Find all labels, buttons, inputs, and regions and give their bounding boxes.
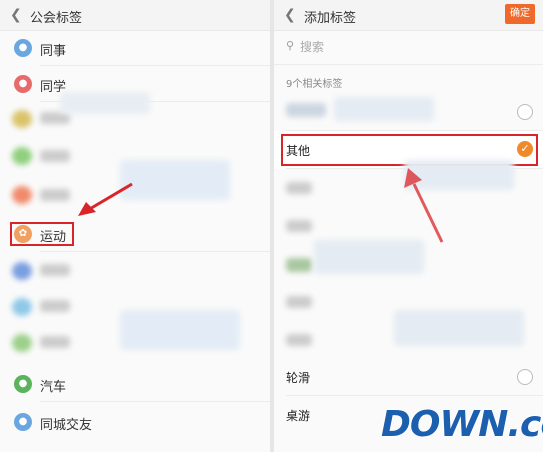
watermark-logo: DOWN.cc <box>381 402 543 448</box>
search-icon: ⚲ <box>286 39 295 52</box>
tag-label: 桌游 <box>286 409 311 423</box>
blurred-icon <box>12 262 32 280</box>
blurred-overlay <box>60 92 150 114</box>
search-input[interactable]: 搜索 <box>300 38 324 55</box>
blurred-label <box>286 220 312 232</box>
radio-button[interactable] <box>517 104 533 120</box>
list-item-label: 同事 <box>40 44 67 59</box>
watermark-text: DOWN.cc <box>381 404 543 445</box>
annotation-arrow <box>78 182 133 216</box>
blurred-label <box>286 182 312 194</box>
blurred-label <box>40 300 70 312</box>
search-bar[interactable]: ⚲ 搜索 <box>274 30 543 65</box>
annotation-arrow <box>404 168 444 243</box>
blurred-icon <box>12 334 32 352</box>
page-title: 添加标签 <box>304 11 357 26</box>
blurred-overlay <box>120 310 240 350</box>
blurred-label <box>286 296 312 308</box>
group-icon: ● <box>14 39 32 57</box>
list-item-car[interactable]: ● 汽车 <box>0 366 270 402</box>
car-icon: ● <box>14 375 32 393</box>
page-title: 公会标签 <box>30 11 83 26</box>
back-chevron-icon[interactable]: ❮ <box>10 7 22 23</box>
back-chevron-icon[interactable]: ❮ <box>284 7 296 23</box>
blurred-label <box>40 150 70 162</box>
radio-button[interactable] <box>517 369 533 385</box>
list-item-label: 汽车 <box>40 380 67 395</box>
right-panel: ❮ 添加标签 确定 ⚲ 搜索 9个相关标签 其他 ✓ 轮滑 桌游 <box>274 0 543 452</box>
highlight-box <box>10 222 74 246</box>
blurred-label <box>286 258 312 272</box>
tag-label: 轮滑 <box>286 371 311 385</box>
blurred-label <box>40 336 70 348</box>
blurred-label <box>40 189 70 201</box>
blurred-overlay <box>334 97 434 121</box>
blurred-overlay <box>394 310 524 346</box>
list-item-label: 同城交友 <box>40 418 93 433</box>
blurred-icon <box>12 147 32 165</box>
blurred-icon <box>12 298 32 316</box>
confirm-button[interactable]: 确定 <box>505 4 535 24</box>
right-header: ❮ 添加标签 确定 <box>274 0 543 31</box>
tag-row-blurred[interactable] <box>274 93 543 131</box>
blurred-label <box>286 103 326 117</box>
section-label: 9个相关标签 <box>286 79 343 90</box>
list-item-local-friends[interactable]: ● 同城交友 <box>0 404 270 440</box>
list-item-colleague[interactable]: ● 同事 <box>0 30 270 66</box>
left-panel: ❮ 公会标签 ● 同事 ● 同学 ✿ 运动 ● 汽车 ● 同城交友 <box>0 0 270 452</box>
school-icon: ● <box>14 75 32 93</box>
blurred-icon <box>12 110 32 128</box>
left-header: ❮ 公会标签 <box>0 0 270 31</box>
blurred-label <box>286 334 312 346</box>
tag-row-skating[interactable]: 轮滑 <box>274 358 543 396</box>
location-icon: ● <box>14 413 32 431</box>
blurred-label <box>40 264 70 276</box>
blurred-icon <box>12 186 32 204</box>
